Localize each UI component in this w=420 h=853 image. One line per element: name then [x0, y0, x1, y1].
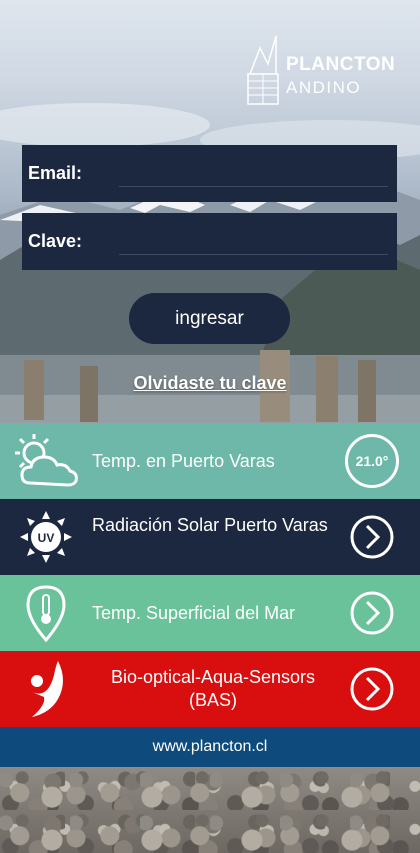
- password-field-container: Clave:: [22, 213, 397, 270]
- menu-label-solar-radiation: Radiación Solar Puerto Varas: [92, 515, 328, 535]
- logo-mark-icon: [247, 35, 279, 105]
- footer-bar: www.plancton.cl: [0, 727, 420, 767]
- chevron-right-circle-icon[interactable]: [349, 514, 395, 560]
- weather-cloud-sun-icon: [15, 434, 78, 487]
- email-label: Email:: [28, 163, 83, 183]
- plancton-andino-logo: PLANCTON ANDINO: [246, 34, 406, 108]
- password-label: Clave:: [28, 231, 83, 251]
- forgot-password-link[interactable]: Olvidaste tu clave: [133, 373, 286, 393]
- thermometer-pin-icon: [26, 585, 66, 643]
- logo-title: PLANCTON: [286, 54, 396, 75]
- menu-item-solar-radiation[interactable]: UV Radiación Solar Puerto Varas: [0, 499, 420, 575]
- menu-label-sea-temperature: Temp. Superficial del Mar: [92, 603, 296, 623]
- password-input[interactable]: [119, 227, 388, 255]
- temperature-badge: 21.0°: [345, 434, 399, 488]
- menu-item-temperature[interactable]: Temp. en Puerto Varas 21.0°: [0, 423, 420, 499]
- chevron-right-circle-icon[interactable]: [349, 666, 395, 712]
- email-input[interactable]: [119, 159, 388, 187]
- pebble-beach-image: [0, 767, 420, 853]
- menu-item-sea-temperature[interactable]: Temp. Superficial del Mar: [0, 575, 420, 651]
- website-link[interactable]: www.plancton.cl: [153, 738, 268, 755]
- logo-subtitle: ANDINO: [286, 78, 362, 97]
- person-logo-icon: [31, 661, 63, 717]
- menu-item-bas[interactable]: Bio-optical-Aqua-Sensors (BAS): [0, 651, 420, 727]
- forgot-password-container: Olvidaste tu clave: [0, 373, 420, 394]
- uv-sun-icon: UV: [20, 511, 72, 563]
- svg-text:UV: UV: [38, 531, 55, 545]
- menu-label-bas: Bio-optical-Aqua-Sensors (BAS): [110, 667, 316, 710]
- login-button[interactable]: ingresar: [129, 293, 290, 344]
- menu-label-temperature: Temp. en Puerto Varas: [92, 451, 275, 471]
- email-field-container: Email:: [22, 145, 397, 202]
- chevron-right-circle-icon[interactable]: [349, 590, 395, 636]
